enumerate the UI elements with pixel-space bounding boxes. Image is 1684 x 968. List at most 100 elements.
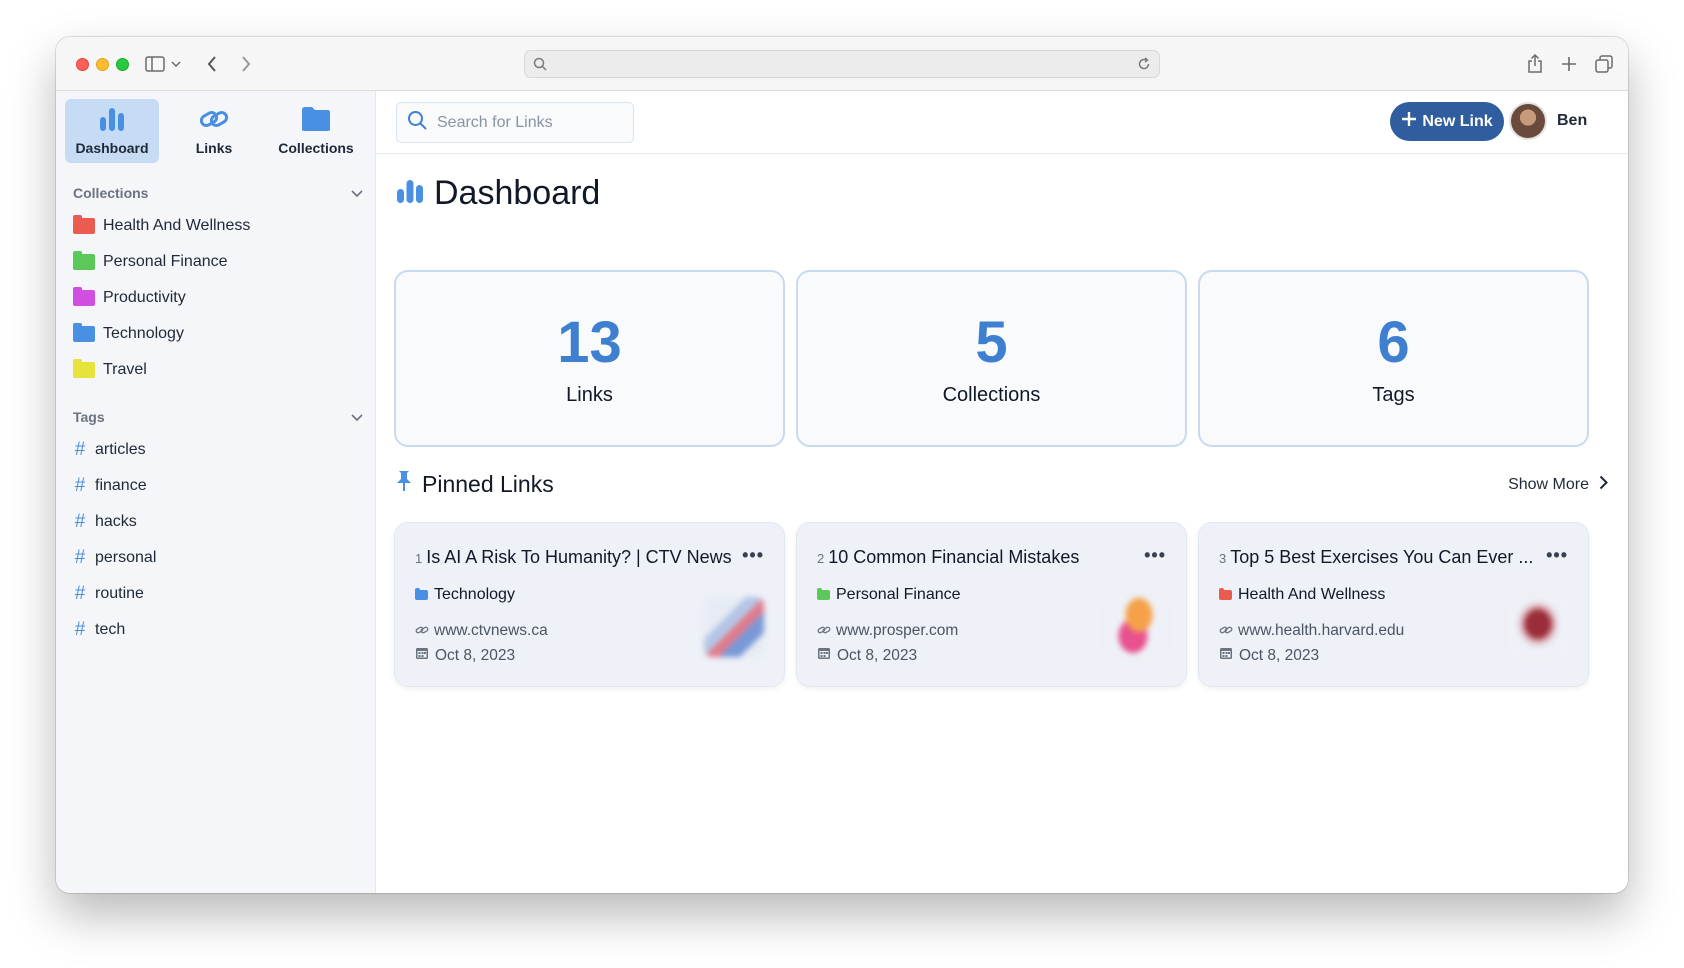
new-link-label: New Link bbox=[1422, 112, 1493, 130]
link-collection[interactable]: Personal Finance bbox=[817, 586, 961, 604]
link-url-text: www.prosper.com bbox=[836, 622, 959, 639]
collection-label: Technology bbox=[103, 325, 184, 342]
sidebar-collection-technology[interactable]: Technology bbox=[73, 322, 184, 346]
chevron-down-icon[interactable] bbox=[168, 51, 184, 77]
stat-card-collections[interactable]: 5 Collections bbox=[796, 270, 1187, 447]
tab-overview-icon[interactable] bbox=[1591, 51, 1617, 77]
chevron-right-icon bbox=[1599, 475, 1608, 495]
link-date-text: Oct 8, 2023 bbox=[435, 646, 516, 664]
address-bar[interactable] bbox=[524, 50, 1160, 78]
more-options-icon[interactable]: ••• bbox=[1546, 545, 1568, 566]
folder-icon bbox=[73, 359, 95, 378]
link-url[interactable]: www.ctvnews.ca bbox=[415, 622, 548, 640]
close-window-button[interactable] bbox=[76, 58, 89, 71]
chevron-down-icon[interactable] bbox=[351, 185, 363, 201]
link-thumbnail bbox=[704, 597, 764, 657]
nav-dashboard[interactable]: Dashboard bbox=[65, 99, 159, 163]
sidebar-collection-productivity[interactable]: Productivity bbox=[73, 286, 186, 310]
back-icon[interactable] bbox=[199, 51, 225, 77]
sidebar-tag-finance[interactable]: # finance bbox=[73, 474, 147, 498]
stat-label: Links bbox=[566, 384, 613, 406]
forward-icon[interactable] bbox=[233, 51, 259, 77]
plus-icon bbox=[1401, 111, 1417, 132]
nav-collections[interactable]: Collections bbox=[269, 99, 363, 163]
sidebar-collection-personal-finance[interactable]: Personal Finance bbox=[73, 250, 228, 274]
link-icon bbox=[415, 622, 429, 640]
link-icon bbox=[1219, 622, 1233, 640]
sidebar-tag-tech[interactable]: # tech bbox=[73, 618, 126, 642]
tag-label: routine bbox=[95, 585, 144, 602]
hash-icon: # bbox=[74, 547, 86, 568]
stat-card-tags[interactable]: 6 Tags bbox=[1198, 270, 1589, 447]
zoom-window-button[interactable] bbox=[116, 58, 129, 71]
folder-icon bbox=[73, 215, 95, 234]
more-options-icon[interactable]: ••• bbox=[1144, 545, 1166, 566]
collections-section-header[interactable]: Collections bbox=[73, 185, 363, 201]
sidebar-collection-travel[interactable]: Travel bbox=[73, 358, 147, 382]
link-title-text: 10 Common Financial Mistakes bbox=[828, 547, 1080, 567]
sidebar-tag-routine[interactable]: # routine bbox=[73, 582, 144, 606]
folder-icon bbox=[73, 251, 95, 270]
hash-icon: # bbox=[74, 619, 86, 640]
nav-links[interactable]: Links bbox=[167, 99, 261, 163]
link-url[interactable]: www.prosper.com bbox=[817, 622, 958, 640]
stat-label: Collections bbox=[942, 384, 1041, 406]
user-name[interactable]: Ben bbox=[1557, 112, 1587, 130]
pinned-link-card[interactable]: 2 10 Common Financial Mistakes ••• Person… bbox=[796, 522, 1187, 687]
link-collection[interactable]: Technology bbox=[415, 586, 515, 604]
link-title: 3 Top 5 Best Exercises You Can Ever ... bbox=[1219, 547, 1538, 568]
page-title-text: Dashboard bbox=[434, 174, 601, 212]
nav-label: Dashboard bbox=[75, 140, 149, 156]
link-thumbnail bbox=[1508, 597, 1568, 657]
new-tab-icon[interactable] bbox=[1556, 51, 1582, 77]
calendar-icon bbox=[1219, 646, 1233, 665]
page-title: Dashboard bbox=[396, 174, 600, 213]
link-index: 2 bbox=[817, 551, 825, 566]
stat-card-links[interactable]: 13 Links bbox=[394, 270, 785, 447]
sidebar-tag-hacks[interactable]: # hacks bbox=[73, 510, 137, 534]
pinned-link-card[interactable]: 3 Top 5 Best Exercises You Can Ever ... •… bbox=[1198, 522, 1589, 687]
bar-chart-icon bbox=[396, 174, 424, 213]
folder-icon bbox=[817, 588, 830, 600]
stat-value: 13 bbox=[557, 310, 622, 375]
new-link-button[interactable]: New Link bbox=[1390, 102, 1504, 141]
avatar[interactable] bbox=[1509, 102, 1547, 140]
browser-window: Dashboard Links Collections Collections … bbox=[56, 37, 1628, 893]
search-input[interactable]: Search for Links bbox=[396, 102, 634, 143]
link-index: 3 bbox=[1219, 551, 1227, 566]
folder-icon bbox=[415, 588, 428, 600]
pinned-link-card[interactable]: 1 Is AI A Risk To Humanity? | CTV News ••… bbox=[394, 522, 785, 687]
link-collection-label: Personal Finance bbox=[836, 586, 961, 603]
folder-icon bbox=[73, 323, 95, 342]
nav-label: Links bbox=[195, 140, 233, 156]
tag-label: tech bbox=[95, 621, 126, 638]
sidebar-tag-personal[interactable]: # personal bbox=[73, 546, 157, 570]
pinned-links-header: Pinned Links bbox=[396, 470, 554, 498]
link-date: Oct 8, 2023 bbox=[817, 646, 917, 665]
minimize-window-button[interactable] bbox=[96, 58, 109, 71]
link-url[interactable]: www.health.harvard.edu bbox=[1219, 622, 1404, 640]
link-date-text: Oct 8, 2023 bbox=[1239, 646, 1320, 664]
link-icon bbox=[199, 105, 229, 136]
link-title: 2 10 Common Financial Mistakes bbox=[817, 547, 1136, 568]
sidebar-tag-articles[interactable]: # articles bbox=[73, 438, 146, 462]
chevron-down-icon[interactable] bbox=[351, 409, 363, 425]
search-icon bbox=[407, 110, 427, 135]
show-more-link[interactable]: Show More bbox=[1508, 475, 1608, 495]
tags-section-header[interactable]: Tags bbox=[73, 409, 363, 425]
collections-heading: Collections bbox=[73, 185, 149, 201]
more-options-icon[interactable]: ••• bbox=[742, 545, 764, 566]
sidebar-toggle-icon[interactable] bbox=[142, 51, 168, 77]
hash-icon: # bbox=[74, 475, 86, 496]
pin-icon bbox=[396, 470, 412, 498]
tag-label: articles bbox=[95, 441, 146, 458]
reload-icon[interactable] bbox=[1137, 57, 1151, 76]
stat-label: Tags bbox=[1372, 384, 1415, 406]
sidebar-collection-health-and-wellness[interactable]: Health And Wellness bbox=[73, 214, 250, 238]
share-icon[interactable] bbox=[1522, 51, 1548, 77]
hash-icon: # bbox=[74, 439, 86, 460]
link-collection[interactable]: Health And Wellness bbox=[1219, 586, 1385, 604]
collection-label: Personal Finance bbox=[103, 253, 228, 270]
collection-label: Travel bbox=[103, 361, 147, 378]
folder-icon bbox=[1219, 588, 1232, 600]
